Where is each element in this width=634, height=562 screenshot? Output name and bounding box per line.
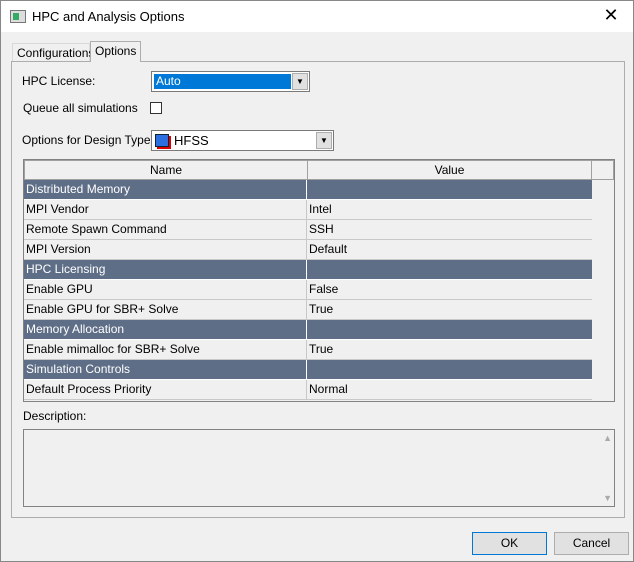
cancel-button[interactable]: Cancel	[554, 532, 629, 555]
category-row[interactable]: Simulation Controls	[24, 360, 592, 380]
table-row[interactable]: Enable mimalloc for SBR+ Solve True	[24, 340, 592, 360]
title-bar: HPC and Analysis Options ✕	[1, 1, 633, 32]
cell-value[interactable]: True	[307, 340, 592, 360]
cell-name: HPC Licensing	[24, 260, 307, 280]
category-row[interactable]: Distributed Memory	[24, 180, 592, 200]
chevron-down-icon: ▼	[316, 132, 332, 149]
cell-value[interactable]: True	[307, 300, 592, 320]
column-header-corner	[591, 160, 614, 180]
design-type-dropdown[interactable]: HFSS ▼	[151, 130, 334, 151]
cell-name: Enable GPU for SBR+ Solve	[24, 300, 307, 320]
cell-value[interactable]: False	[307, 280, 592, 300]
design-type-value: HFSS	[174, 133, 209, 148]
hpc-license-label: HPC License:	[22, 74, 96, 88]
description-label: Description:	[23, 409, 87, 423]
hfss-icon	[155, 134, 169, 147]
table-row[interactable]: Enable GPU False	[24, 280, 592, 300]
table-row[interactable]: MPI Version Default	[24, 240, 592, 260]
cell-name: Memory Allocation	[24, 320, 307, 340]
app-icon	[10, 10, 26, 23]
cell-name: MPI Version	[24, 240, 307, 260]
cell-name: Simulation Controls	[24, 360, 307, 380]
cell-name: Remote Spawn Command	[24, 220, 307, 240]
close-button[interactable]: ✕	[599, 5, 623, 26]
cell-value	[307, 180, 592, 200]
table-row[interactable]: Default Process Priority Normal	[24, 380, 592, 400]
options-grid: Name Value Distributed Memory MPI Vendor I…	[23, 159, 615, 402]
tab-configurations[interactable]: Configurations	[12, 43, 94, 62]
cell-name: Enable GPU	[24, 280, 307, 300]
cell-name: Default Process Priority	[24, 380, 307, 400]
cell-name: Distributed Memory	[24, 180, 307, 200]
cell-value[interactable]: Intel	[307, 200, 592, 220]
table-row[interactable]: Remote Spawn Command SSH	[24, 220, 592, 240]
cell-value	[307, 360, 592, 380]
hpc-license-value: Auto	[154, 74, 291, 89]
queue-label: Queue all simulations	[23, 101, 138, 115]
cell-value	[307, 260, 592, 280]
category-row[interactable]: Memory Allocation	[24, 320, 592, 340]
description-box: ▲ ▼	[23, 429, 615, 507]
cell-value[interactable]: SSH	[307, 220, 592, 240]
cell-value[interactable]: Normal	[307, 380, 592, 400]
queue-checkbox[interactable]	[150, 102, 162, 114]
tab-options[interactable]: Options	[90, 41, 141, 62]
window-title: HPC and Analysis Options	[32, 9, 185, 24]
category-row[interactable]: HPC Licensing	[24, 260, 592, 280]
scroll-up-icon[interactable]: ▲	[603, 433, 612, 443]
chevron-down-icon: ▼	[292, 73, 308, 90]
design-type-label: Options for Design Type:	[22, 133, 154, 147]
table-row[interactable]: Enable GPU for SBR+ Solve True	[24, 300, 592, 320]
cell-value[interactable]: Default	[307, 240, 592, 260]
cell-name: MPI Vendor	[24, 200, 307, 220]
column-header-name[interactable]: Name	[24, 160, 308, 180]
hpc-license-dropdown[interactable]: Auto ▼	[151, 71, 310, 92]
scroll-down-icon[interactable]: ▼	[603, 493, 612, 503]
cell-value	[307, 320, 592, 340]
column-header-value[interactable]: Value	[307, 160, 592, 180]
cell-name: Enable mimalloc for SBR+ Solve	[24, 340, 307, 360]
dialog-window: HPC and Analysis Options ✕ Configuration…	[0, 0, 634, 562]
ok-button[interactable]: OK	[472, 532, 547, 555]
table-row[interactable]: MPI Vendor Intel	[24, 200, 592, 220]
